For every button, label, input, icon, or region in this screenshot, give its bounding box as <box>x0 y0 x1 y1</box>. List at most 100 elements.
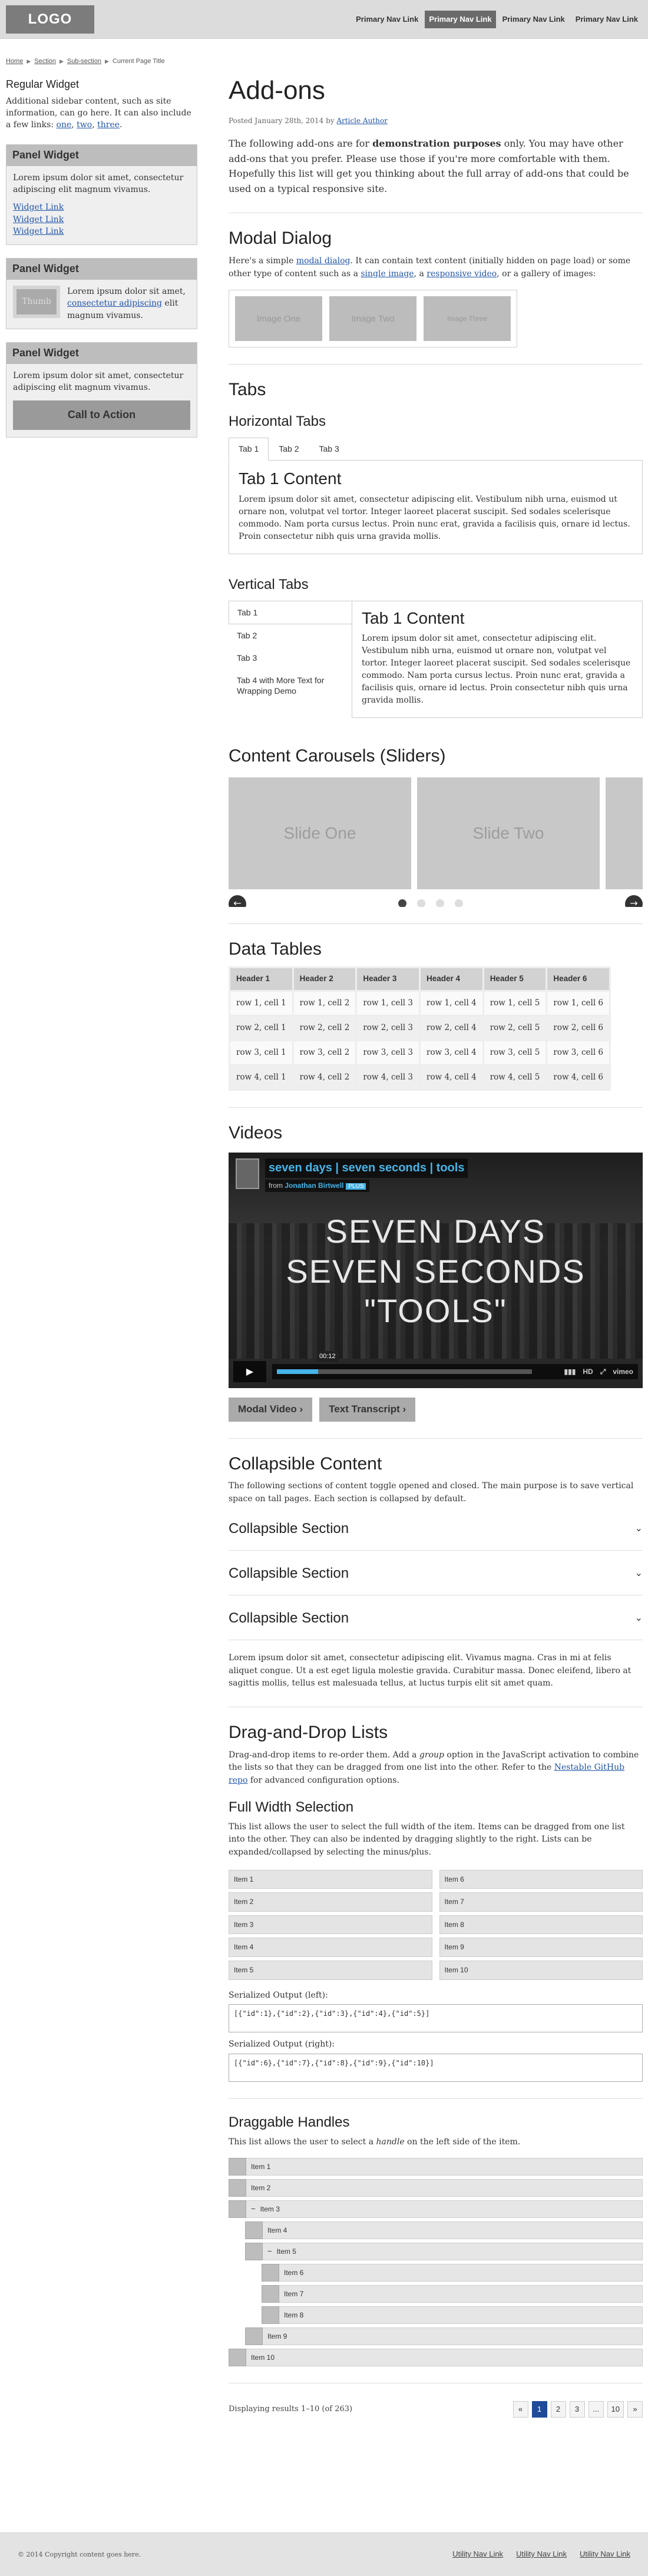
video-progress-bar[interactable]: 00:12 ▮▮▮ HD ⤢ vimeo <box>272 1351 638 1380</box>
utility-nav-link[interactable]: Utility Nav Link <box>516 2548 567 2560</box>
tab-1[interactable]: Tab 1 <box>229 437 269 461</box>
volume-icon[interactable]: ▮▮▮ <box>564 1366 576 1378</box>
video-title[interactable]: seven days | seven seconds | tools <box>265 1158 468 1178</box>
modal-video-button[interactable]: Modal Video › <box>229 1398 313 1422</box>
handle-item[interactable]: Item 7 <box>262 2285 643 2303</box>
play-icon[interactable]: ▶ <box>233 1361 266 1383</box>
handle-item[interactable]: − Item 5 <box>245 2243 643 2261</box>
call-to-action-button[interactable]: Call to Action <box>13 400 190 431</box>
single-image-link[interactable]: single image <box>361 269 414 279</box>
arrow-left-icon[interactable]: ← <box>229 895 246 907</box>
fullscreen-icon[interactable]: ⤢ <box>600 1366 606 1378</box>
handle-item[interactable]: Item 10 <box>229 2349 643 2367</box>
drag-handle-icon[interactable] <box>229 2179 246 2197</box>
page-link[interactable]: 2 <box>550 2401 566 2418</box>
dnd-item[interactable]: Item 9 <box>439 1938 643 1957</box>
drag-handle-icon[interactable] <box>229 2349 246 2367</box>
vtab-4[interactable]: Tab 4 with More Text for Wrapping Demo <box>229 669 352 702</box>
sidebar-link-three[interactable]: three <box>97 120 120 130</box>
carousel-dot[interactable] <box>398 899 406 907</box>
utility-nav-link[interactable]: Utility Nav Link <box>452 2548 503 2560</box>
drag-handle-icon[interactable] <box>262 2264 279 2282</box>
sidebar-link-two[interactable]: two <box>77 120 92 130</box>
responsive-video-link[interactable]: responsive video <box>427 269 497 279</box>
handle-item[interactable]: Item 2 <box>229 2179 643 2197</box>
collapsible-section[interactable]: Collapsible Section ⌄ <box>229 1506 643 1551</box>
video-player[interactable]: seven days | seven seconds | tools from … <box>229 1153 643 1389</box>
widget-link[interactable]: Widget Link <box>13 203 64 212</box>
panel-link[interactable]: consectetur adipiscing <box>67 299 162 308</box>
text-transcript-button[interactable]: Text Transcript › <box>319 1398 416 1422</box>
gallery-image[interactable]: Image One <box>235 296 322 342</box>
page-link[interactable]: » <box>627 2401 643 2418</box>
breadcrumb-subsection[interactable]: Sub-section <box>67 57 101 67</box>
drag-handle-icon[interactable] <box>245 2221 263 2240</box>
dnd-item[interactable]: Item 2 <box>229 1892 432 1912</box>
vtab-1[interactable]: Tab 1 <box>229 600 352 624</box>
drag-handle-icon[interactable] <box>245 2327 263 2346</box>
data-table: Header 1 Header 2 Header 3 Header 4 Head… <box>229 966 611 1091</box>
page-link[interactable]: 1 <box>531 2401 547 2418</box>
collapsible-section[interactable]: Collapsible Section ⌄ <box>229 1595 643 1641</box>
page-link[interactable]: 10 <box>607 2401 624 2418</box>
dnd-item[interactable]: Item 8 <box>439 1915 643 1935</box>
vtab-2[interactable]: Tab 2 <box>229 624 352 647</box>
drag-handle-icon[interactable] <box>245 2243 263 2261</box>
dnd-item[interactable]: Item 7 <box>439 1892 643 1912</box>
handle-item[interactable]: Item 9 <box>245 2327 643 2346</box>
primary-nav-link[interactable]: Primary Nav Link <box>352 11 422 28</box>
drag-handle-icon[interactable] <box>262 2306 279 2325</box>
video-author-link[interactable]: Jonathan Birtwell <box>285 1181 343 1190</box>
handle-item[interactable]: Item 6 <box>262 2264 643 2282</box>
serialized-output-right[interactable]: [{"id":6},{"id":7},{"id":8},{"id":9},{"i… <box>229 2053 643 2082</box>
primary-nav-link-active[interactable]: Primary Nav Link <box>425 11 496 29</box>
handle-item[interactable]: Item 8 <box>262 2306 643 2325</box>
utility-nav-link[interactable]: Utility Nav Link <box>580 2548 630 2560</box>
slide[interactable]: Slide Two <box>417 777 600 889</box>
page-link[interactable]: « <box>513 2401 528 2418</box>
dnd-item[interactable]: Item 4 <box>229 1938 432 1957</box>
primary-nav-link[interactable]: Primary Nav Link <box>498 11 569 28</box>
channel-avatar[interactable] <box>236 1158 259 1190</box>
page-link[interactable]: 3 <box>569 2401 585 2418</box>
logo[interactable]: LOGO <box>6 5 94 34</box>
panel-widget: Panel Widget Thumb Lorem ipsum dolor sit… <box>6 258 197 329</box>
hd-toggle[interactable]: HD <box>583 1366 593 1378</box>
modal-dialog-link[interactable]: modal dialog <box>296 256 351 266</box>
drag-handle-icon[interactable] <box>229 2200 246 2219</box>
carousel-dot[interactable] <box>455 899 463 907</box>
breadcrumb-home[interactable]: Home <box>6 57 23 67</box>
handle-item[interactable]: − Item 3 <box>229 2200 643 2219</box>
gallery-image[interactable]: Image Two <box>329 296 416 342</box>
collapse-minus-icon[interactable]: − <box>251 2203 256 2215</box>
tab-3[interactable]: Tab 3 <box>309 438 349 461</box>
drag-handle-icon[interactable] <box>229 2158 246 2176</box>
full-width-text: This list allows the user to select the … <box>229 1822 625 1857</box>
handle-item[interactable]: Item 4 <box>245 2221 643 2240</box>
carousel-dot[interactable] <box>417 899 425 907</box>
tab-2[interactable]: Tab 2 <box>269 438 309 461</box>
breadcrumb-section[interactable]: Section <box>34 57 56 67</box>
vimeo-logo[interactable]: vimeo <box>613 1366 633 1378</box>
sidebar-link-one[interactable]: one <box>57 120 72 130</box>
dnd-item[interactable]: Item 5 <box>229 1960 432 1980</box>
primary-nav-link[interactable]: Primary Nav Link <box>571 11 642 28</box>
gallery-image[interactable]: Image Three <box>424 296 511 342</box>
dnd-item[interactable]: Item 10 <box>439 1960 643 1980</box>
vtab-3[interactable]: Tab 3 <box>229 647 352 669</box>
dnd-item[interactable]: Item 6 <box>439 1869 643 1889</box>
widget-link[interactable]: Widget Link <box>13 227 64 236</box>
collapsible-section[interactable]: Collapsible Section ⌄ <box>229 1551 643 1595</box>
serialized-output-left[interactable]: [{"id":1},{"id":2},{"id":3},{"id":4},{"i… <box>229 2004 643 2033</box>
drag-handle-icon[interactable] <box>262 2285 279 2303</box>
slide[interactable]: Slide One <box>229 777 411 889</box>
author-link[interactable]: Article Author <box>336 117 387 125</box>
widget-link[interactable]: Widget Link <box>13 215 64 224</box>
panel-text: Lorem ipsum dolor sit amet, consectetur … <box>67 287 186 320</box>
arrow-right-icon[interactable]: → <box>625 895 643 907</box>
dnd-item[interactable]: Item 3 <box>229 1915 432 1935</box>
handle-item[interactable]: Item 1 <box>229 2158 643 2176</box>
carousel-dot[interactable] <box>436 899 444 907</box>
dnd-item[interactable]: Item 1 <box>229 1869 432 1889</box>
collapse-minus-icon[interactable]: − <box>267 2246 272 2257</box>
